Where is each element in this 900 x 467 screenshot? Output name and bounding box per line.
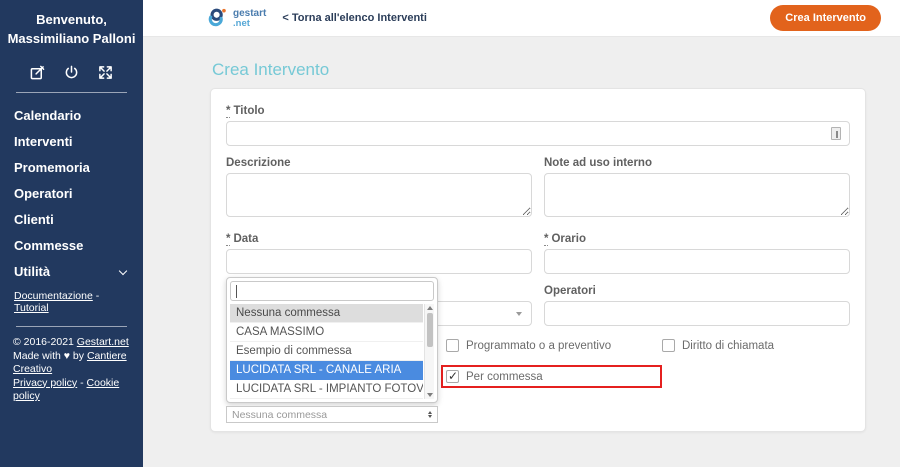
welcome-text: Benvenuto, Massimiliano Palloni [0, 0, 143, 48]
sidebar-menu: Calendario Interventi Promemoria Operato… [0, 93, 143, 285]
checkbox-box[interactable] [446, 370, 459, 383]
checkbox-label: Per commessa [466, 371, 543, 383]
sidebar-item-interventi[interactable]: Interventi [14, 129, 129, 155]
dropdown-option[interactable]: LUCIDATA SRL - IMPIANTO FOTOVOLTAICO [230, 380, 423, 399]
privacy-policy-link[interactable]: Privacy policy [13, 377, 77, 389]
menu-label: Calendario [14, 103, 81, 129]
operatori-label: Operatori [544, 285, 850, 297]
sidebar-item-commesse[interactable]: Commesse [14, 233, 129, 259]
dropdown-option[interactable]: Esempio di commessa [230, 342, 423, 361]
required-mark: * [226, 105, 230, 118]
logo-text: gestart .net [233, 9, 266, 28]
titolo-input[interactable] [226, 121, 850, 146]
scroll-up-icon[interactable] [427, 306, 433, 310]
power-logout-icon[interactable] [64, 64, 80, 80]
made-with-line: Made with ♥ by Cantiere Creativo [13, 350, 130, 377]
logo-word: gestart [233, 9, 266, 19]
commessa-dropdown-panel: Nessuna commessa CASA MASSIMO Esempio di… [226, 277, 438, 403]
dropdown-option-list: Nessuna commessa CASA MASSIMO Esempio di… [230, 304, 434, 399]
input-addon-icon [831, 127, 841, 140]
menu-label: Commesse [14, 233, 83, 259]
commessa-native-select[interactable]: Nessuna commessa [226, 406, 438, 423]
menu-label: Utilità [14, 259, 50, 285]
back-to-list-link[interactable]: < Torna all'elenco Interventi [282, 12, 427, 24]
dropdown-option[interactable]: LUCIDATA SRL - CANALE ARIA [230, 361, 423, 380]
sidebar-footer: © 2016-2021 Gestart.net Made with ♥ by C… [0, 327, 143, 404]
descrizione-label: Descrizione [226, 157, 532, 169]
sidebar: Benvenuto, Massimiliano Palloni Calendar… [0, 0, 143, 467]
menu-label: Interventi [14, 129, 73, 155]
policy-line: Privacy policy - Cookie policy [13, 377, 130, 404]
label-text: Titolo [233, 105, 264, 117]
made-with-text: Made with ♥ by [13, 350, 87, 362]
label-text: Data [233, 233, 258, 245]
chevron-down-icon [119, 266, 127, 274]
checkbox-label: Diritto di chiamata [682, 340, 774, 352]
text-cursor [236, 285, 237, 298]
checkbox-diritto-chiamata[interactable]: Diritto di chiamata [662, 339, 850, 352]
dropdown-option[interactable]: CASA MASSIMO [230, 323, 423, 342]
dropdown-search-input[interactable] [230, 281, 434, 301]
topbar: gestart .net < Torna all'elenco Interven… [143, 0, 900, 37]
user-name: Massimiliano Palloni [0, 29, 143, 48]
select-caret-icon [516, 312, 522, 316]
select-updown-icon [428, 411, 432, 418]
form-card: *Titolo Descrizione Note ad uso interno … [210, 88, 866, 432]
gestart-logo[interactable]: gestart .net [207, 7, 266, 29]
menu-label: Clienti [14, 207, 54, 233]
checkbox-box[interactable] [662, 339, 675, 352]
required-mark: * [226, 233, 230, 246]
copyright-line: © 2016-2021 Gestart.net [13, 336, 130, 350]
scroll-down-icon[interactable] [427, 393, 433, 397]
gestart-link[interactable]: Gestart.net [77, 336, 129, 348]
sidebar-item-clienti[interactable]: Clienti [14, 207, 129, 233]
dropdown-scrollbar[interactable] [424, 304, 434, 399]
separator: - [77, 377, 86, 389]
copyright-text: © 2016-2021 [13, 336, 77, 348]
scrollbar-thumb[interactable] [427, 313, 433, 347]
orario-label: *Orario [544, 233, 850, 245]
checkbox-box[interactable] [446, 339, 459, 352]
label-text: Orario [551, 233, 586, 245]
docs-line: Documentazione - Tutorial [0, 285, 143, 314]
sidebar-item-utilita[interactable]: Utilità [14, 259, 129, 285]
main-content: Crea Intervento *Titolo Descrizione Note… [143, 38, 900, 467]
checkbox-label: Programmato o a preventivo [466, 340, 611, 352]
note-label: Note ad uso interno [544, 157, 850, 169]
orario-input[interactable] [544, 249, 850, 274]
expand-fullscreen-icon[interactable] [98, 64, 114, 80]
gestart-logo-icon [207, 7, 229, 29]
edit-profile-icon[interactable] [30, 64, 46, 80]
logo-tld: .net [233, 19, 266, 28]
titolo-label: *Titolo [226, 105, 850, 117]
checkbox-per-commessa[interactable]: Per commessa [446, 370, 543, 383]
dropdown-option[interactable]: Nessuna commessa [230, 304, 423, 323]
sidebar-item-calendario[interactable]: Calendario [14, 103, 129, 129]
native-select-value: Nessuna commessa [232, 409, 327, 421]
checkbox-programmato[interactable]: Programmato o a preventivo [446, 339, 662, 352]
menu-label: Operatori [14, 181, 73, 207]
crea-intervento-button[interactable]: Crea Intervento [770, 5, 881, 31]
menu-label: Promemoria [14, 155, 90, 181]
required-mark: * [544, 233, 548, 246]
descrizione-textarea[interactable] [226, 173, 532, 217]
data-input[interactable] [226, 249, 532, 274]
separator: - [93, 290, 99, 302]
documentazione-link[interactable]: Documentazione [14, 290, 93, 302]
page-title: Crea Intervento [212, 60, 329, 80]
tutorial-link[interactable]: Tutorial [14, 302, 49, 314]
note-textarea[interactable] [544, 173, 850, 217]
operatori-input[interactable] [544, 301, 850, 326]
sidebar-item-promemoria[interactable]: Promemoria [14, 155, 129, 181]
welcome-line1: Benvenuto, [0, 10, 143, 29]
annotation-box: Per commessa [441, 365, 662, 388]
sidebar-item-operatori[interactable]: Operatori [14, 181, 129, 207]
data-label: *Data [226, 233, 532, 245]
